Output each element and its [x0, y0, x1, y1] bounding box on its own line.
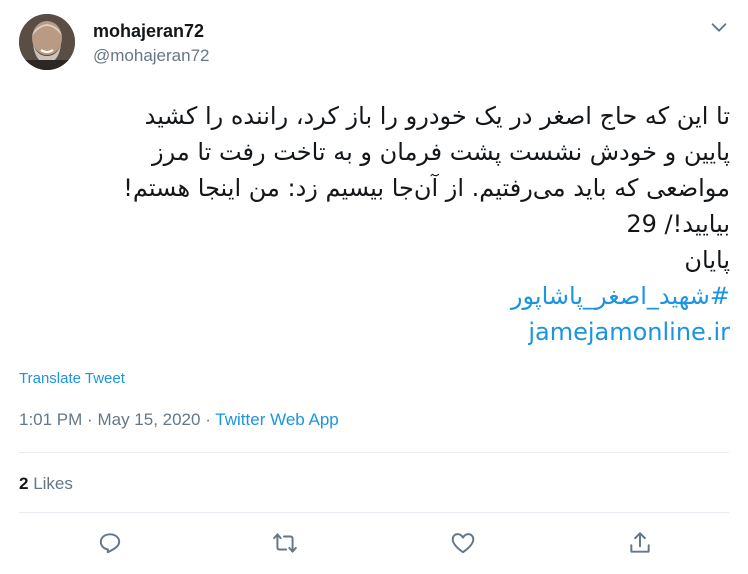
meta-separator: · — [205, 410, 211, 429]
author-display-name[interactable]: mohajeran72 — [93, 21, 204, 42]
tweet-text: تا این که حاج اصغر در یک خودرو را باز کر… — [18, 98, 730, 350]
tweet-source-link[interactable]: Twitter Web App — [215, 410, 338, 429]
retweet-icon — [273, 533, 297, 553]
meta-separator: · — [87, 410, 93, 429]
reply-icon — [99, 533, 121, 554]
share-button[interactable] — [627, 530, 653, 556]
tweet-text-line: مواضعی که باید می‌رفتیم. از آن‌جا بیسیم … — [123, 174, 730, 202]
likes-stat[interactable]: 2 Likes — [19, 474, 73, 494]
tweet-time[interactable]: 1:01 PM — [19, 410, 82, 429]
like-button[interactable] — [450, 530, 476, 556]
heart-icon — [451, 533, 475, 554]
likes-count: 2 — [19, 474, 29, 493]
url-link[interactable]: jamejamonline.ir — [18, 314, 730, 350]
avatar-photo-icon — [19, 14, 75, 70]
likes-label: Likes — [33, 474, 73, 493]
tweet-text-line: تا این که حاج اصغر در یک خودرو را باز کر… — [144, 102, 730, 130]
author-handle[interactable]: @mohajeran72 — [93, 46, 210, 66]
author-avatar[interactable] — [19, 14, 75, 70]
reply-button[interactable] — [97, 530, 123, 556]
hashtag-link[interactable]: #شهید_اصغر_پاشاپور — [18, 278, 730, 314]
tweet-text-line: پایین و خودش نشست پشت فرمان و به تاخت رف… — [152, 138, 730, 166]
divider — [19, 512, 729, 513]
tweet-text-line: پایان — [684, 246, 730, 274]
tweet-text-line: بیایید!/ 29 — [626, 210, 730, 238]
tweet-meta: 1:01 PM · May 15, 2020 · Twitter Web App — [19, 410, 339, 430]
divider — [19, 452, 729, 453]
tweet-card: mohajeran72 @mohajeran72 تا این که حاج ا… — [0, 0, 748, 574]
tweet-date[interactable]: May 15, 2020 — [97, 410, 200, 429]
retweet-button[interactable] — [272, 530, 298, 556]
translate-tweet-link[interactable]: Translate Tweet — [19, 370, 125, 387]
share-icon — [630, 532, 650, 553]
chevron-down-icon[interactable] — [708, 16, 730, 38]
